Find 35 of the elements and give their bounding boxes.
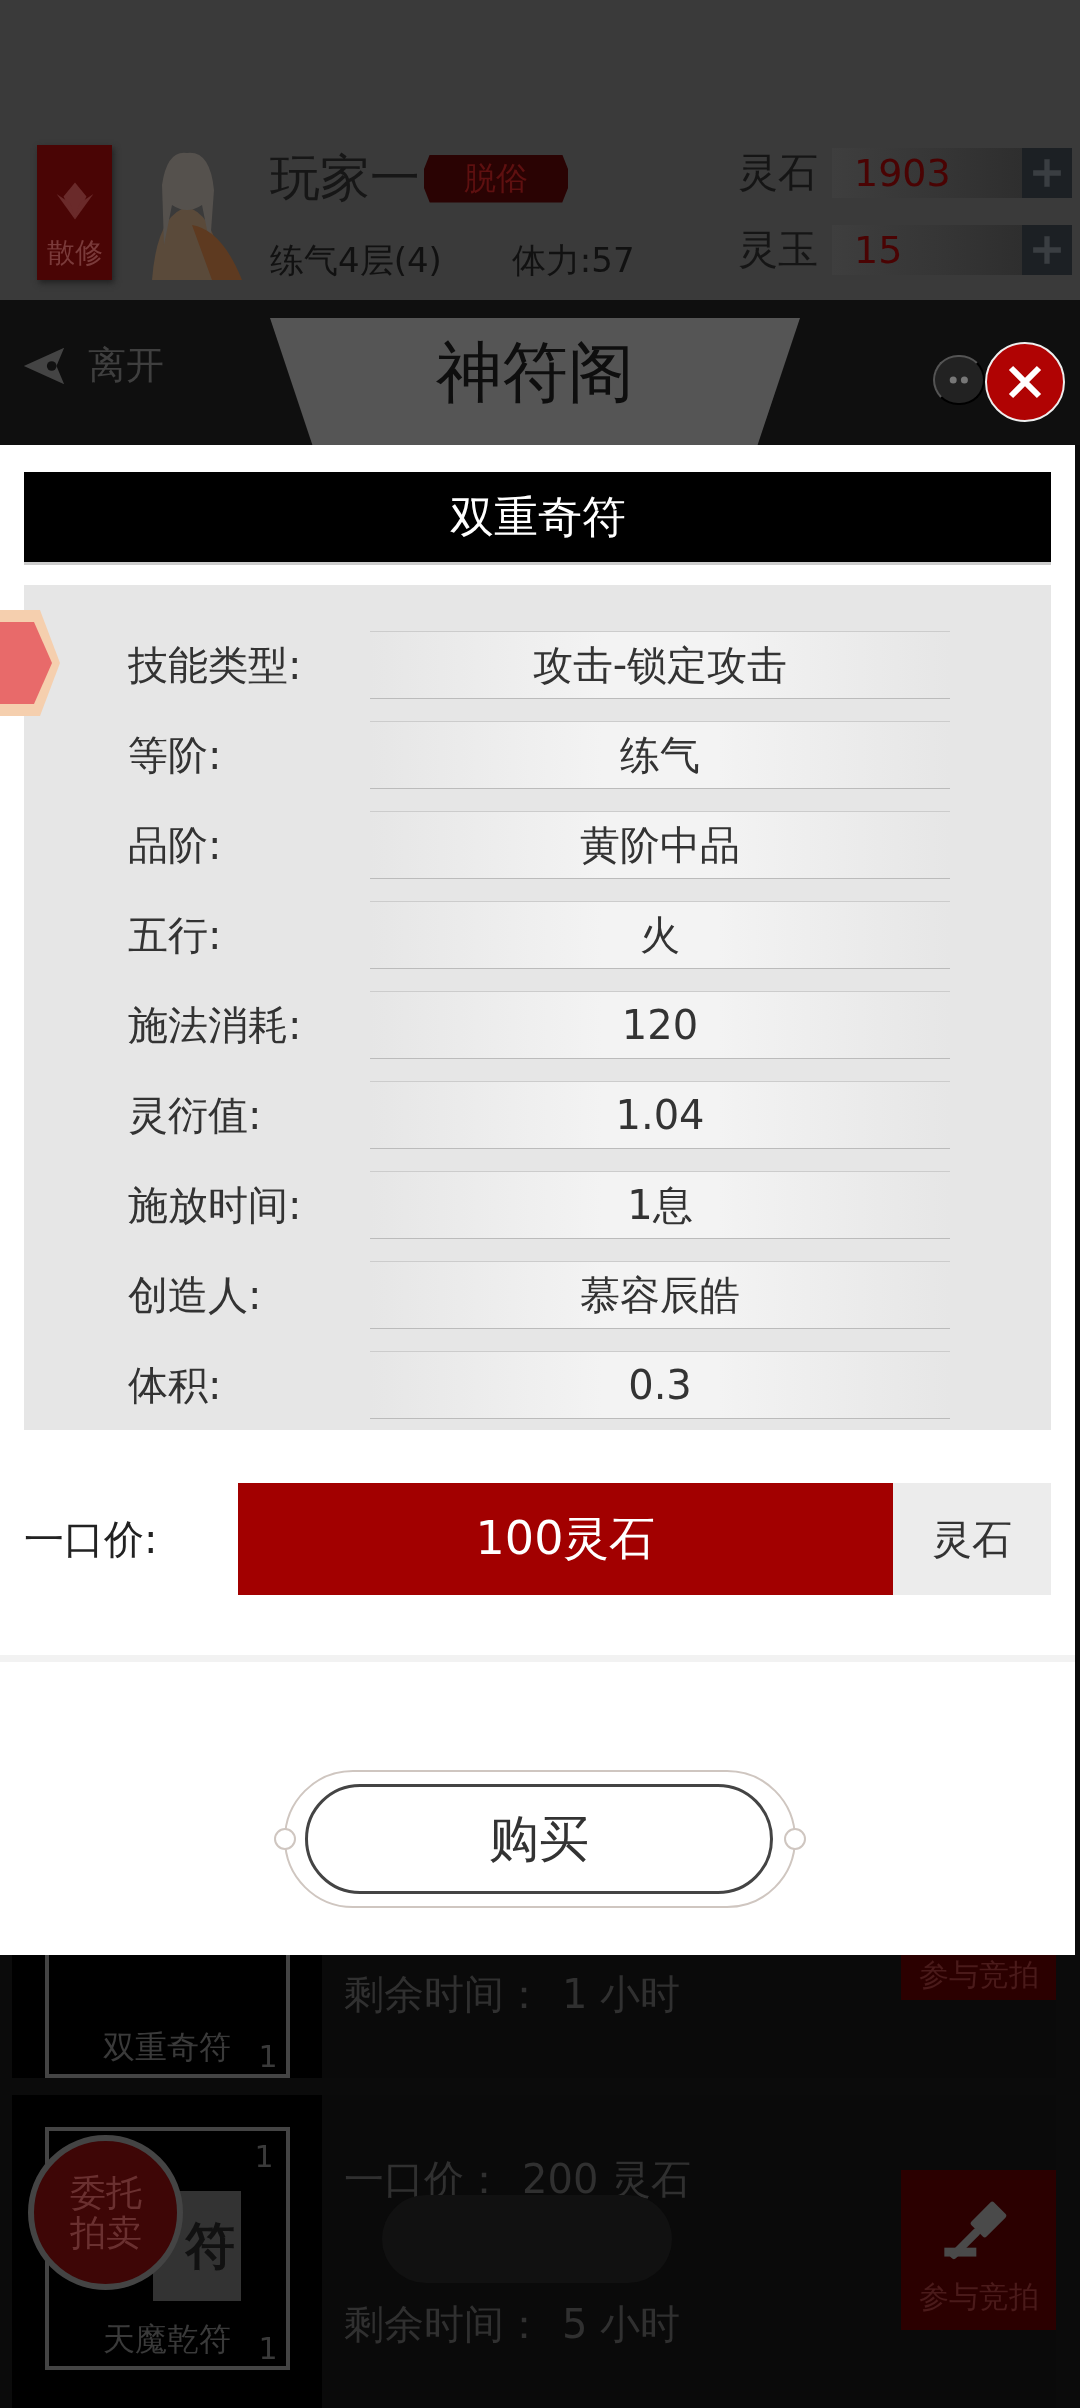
plus-icon — [1031, 156, 1063, 189]
attribute-value: 慕容辰皓 — [370, 1261, 950, 1329]
attribute-value: 120 — [370, 991, 950, 1059]
attribute-label: 等阶: — [128, 730, 223, 780]
attribute-value: 攻击-锁定攻击 — [370, 631, 950, 699]
attribute-value: 1息 — [370, 1171, 950, 1239]
attribute-label: 灵衍值: — [128, 1090, 263, 1140]
price-label: 一口价: — [24, 1514, 159, 1564]
price-amount: 100灵石 — [238, 1483, 893, 1595]
attribute-label: 创造人: — [128, 1270, 263, 1320]
item-name: 双重奇符 — [103, 2027, 231, 2068]
attribute-label: 施法消耗: — [128, 1000, 303, 1050]
attribute-label: 体积: — [128, 1360, 223, 1410]
item-count: 1 — [258, 2039, 278, 2074]
attribute-value: 黄阶中品 — [370, 811, 950, 879]
attribute-value: 练气 — [370, 721, 950, 789]
buy-button[interactable]: 购买 — [305, 1784, 773, 1894]
item-count: 1 — [258, 2331, 278, 2366]
attribute-label: 技能类型: — [128, 640, 303, 690]
attribute-value: 1.04 — [370, 1081, 950, 1149]
currency-value: 15 — [832, 224, 1022, 275]
attribute-label: 五行: — [128, 910, 223, 960]
page-title: 神符阁 — [436, 333, 634, 413]
attribute-value: 0.3 — [370, 1351, 950, 1419]
item-count: 1 — [254, 2139, 274, 2174]
attribute-label: 品阶: — [128, 820, 223, 870]
attribute-value: 火 — [370, 901, 950, 969]
currency-value: 1903 — [832, 147, 1022, 198]
dialog-title: 双重奇符 — [24, 472, 1051, 565]
hexagon-icon — [0, 610, 60, 716]
plus-icon — [1031, 233, 1063, 266]
currency-option[interactable]: 灵石 — [893, 1483, 1051, 1595]
item-name: 天魔乾符 — [103, 2319, 231, 2360]
attribute-label: 施放时间: — [128, 1180, 303, 1230]
more-button[interactable] — [933, 355, 985, 405]
